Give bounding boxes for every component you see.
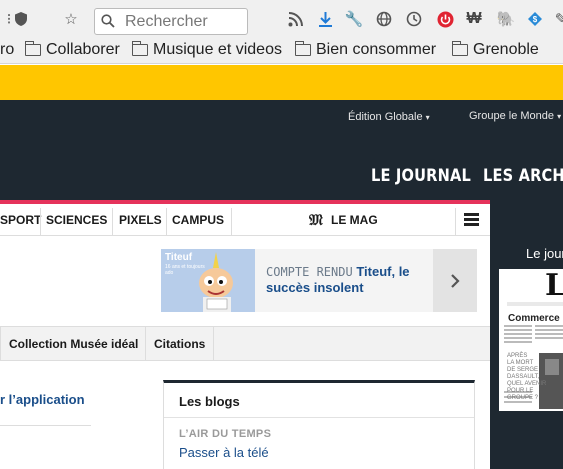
le-monde-logo: 𝔐 [309, 211, 323, 229]
search-placeholder: Rechercher [125, 13, 208, 30]
divider [0, 425, 91, 426]
nav-divider [112, 208, 113, 236]
bookmark-grenoble[interactable]: Grenoble [451, 41, 539, 59]
download-icon[interactable] [316, 10, 334, 28]
section-nav: SPORT SCIENCES PIXELS CAMPUS 𝔐 LE MAG [0, 204, 490, 236]
search-input[interactable]: Rechercher [94, 8, 248, 35]
nav-divider [455, 208, 456, 236]
article-card[interactable]: Titeuf 16 ans et toujours ado COMPTE REN… [161, 249, 477, 312]
wrench-icon[interactable]: 🔧 [345, 10, 364, 28]
nav-divider [0, 327, 1, 360]
bookmarks-bar: ro Collaborer Musique et videos Bien con… [0, 38, 563, 64]
section-campus[interactable]: CAMPUS [172, 213, 224, 227]
divider [164, 417, 474, 418]
w-icon[interactable]: ₩ [465, 10, 483, 28]
svg-text:L: L [545, 269, 563, 303]
folder-icon [294, 41, 311, 56]
edition-label: Édition Globale [348, 111, 423, 123]
power-icon[interactable] [436, 10, 454, 28]
cover-kicker-line: DASSAULT, [507, 374, 540, 380]
next-article-button[interactable] [433, 249, 477, 312]
article-kicker: COMPTE RENDU [266, 265, 353, 279]
journal-label: Le jour [526, 246, 563, 261]
nav-le-journal[interactable]: LE JOURNAL [371, 166, 471, 186]
section-sport[interactable]: SPORT [0, 213, 41, 227]
nav-divider [213, 327, 214, 360]
star-icon[interactable]: ☆ [62, 10, 80, 28]
folder-icon [451, 41, 468, 56]
search-icon [101, 14, 115, 28]
caret-down-icon: ▾ [425, 113, 430, 122]
caret-down-icon: ▾ [557, 112, 562, 121]
cover-headline: Commerce : les [508, 313, 563, 324]
cover-kicker-line: POUR LE [507, 388, 534, 394]
cover-kicker-line: DE SERGE [507, 367, 539, 373]
blogs-title: Les blogs [179, 394, 240, 409]
thumbnail-title: Titeuf [165, 252, 193, 263]
bookmark-bien-consommer[interactable]: Bien consommer [294, 41, 437, 59]
vpn-icon[interactable]: $ [526, 10, 544, 28]
article-text: COMPTE RENDU Titeuf, le succès insolent [266, 264, 421, 296]
journal-cover-image[interactable]: L Commerce : les APRÈS LA MORT DE SERGE … [499, 269, 563, 411]
pen-icon[interactable]: ✎ [552, 10, 563, 28]
rss-icon[interactable] [286, 10, 304, 28]
section-sciences[interactable]: SCIENCES [46, 213, 107, 227]
bookmark-label: Grenoble [473, 41, 539, 58]
groupe-selector[interactable]: Groupe le Monde ▾ [469, 110, 561, 122]
section-pixels[interactable]: PIXELS [119, 213, 162, 227]
subnav-collection[interactable]: Collection Musée idéal [9, 337, 138, 351]
promo-banner[interactable] [0, 65, 563, 100]
sub-nav: Collection Musée idéal Citations [0, 326, 490, 361]
edition-selector[interactable]: Édition Globale ▾ [348, 111, 430, 123]
nav-divider [40, 208, 41, 236]
history-icon[interactable] [405, 10, 423, 28]
cover-kicker-line: LA MORT [507, 360, 534, 366]
groupe-label: Groupe le Monde [469, 110, 554, 122]
nav-divider [145, 327, 146, 360]
cover-kicker-line: QUEL AVENIR [507, 381, 547, 387]
article-thumbnail: Titeuf 16 ans et toujours ado [161, 249, 255, 312]
blog-kicker[interactable]: L’AIR DU TEMPS [179, 428, 271, 440]
thumbnail-subtitle: 16 ans et toujours ado [165, 264, 205, 276]
svg-text:$: $ [533, 15, 538, 24]
globe-icon[interactable] [375, 10, 393, 28]
app-download-link[interactable]: r l’application [0, 392, 85, 407]
nav-les-archives[interactable]: LES ARCHIV [483, 166, 563, 186]
bookmark-label: Musique et videos [153, 41, 282, 58]
bookmark-collaborer[interactable]: Collaborer [24, 41, 120, 59]
shield-icon[interactable] [12, 10, 30, 28]
bookmark-label: Collaborer [46, 41, 120, 58]
blog-post-link[interactable]: Passer à la télé [179, 445, 269, 460]
bookmark-label: ro [0, 41, 15, 58]
folder-icon [24, 41, 41, 56]
site-header: Édition Globale ▾ Groupe le Monde ▾ LE J… [0, 100, 563, 200]
cover-kicker-line: GROUPE ? [507, 395, 539, 401]
subnav-citations[interactable]: Citations [154, 337, 205, 351]
bookmark-item[interactable]: ro [0, 41, 14, 59]
bookmark-musique[interactable]: Musique et videos [131, 41, 282, 59]
section-le-mag[interactable]: LE MAG [331, 213, 378, 227]
nav-divider [166, 208, 167, 236]
chevron-right-icon [451, 273, 460, 288]
blogs-widget: Les blogs L’AIR DU TEMPS Passer à la tél… [163, 380, 475, 469]
bookmark-label: Bien consommer [316, 41, 437, 58]
folder-icon [131, 41, 148, 56]
browser-toolbar: ⁝ ☆ Rechercher 🔧 ₩ 🐘 $ ✎ [0, 0, 563, 38]
hamburger-menu-icon[interactable] [464, 213, 479, 226]
evernote-icon[interactable]: 🐘 [497, 10, 516, 28]
cover-kicker-line: APRÈS [507, 353, 528, 359]
nav-divider [231, 208, 232, 236]
